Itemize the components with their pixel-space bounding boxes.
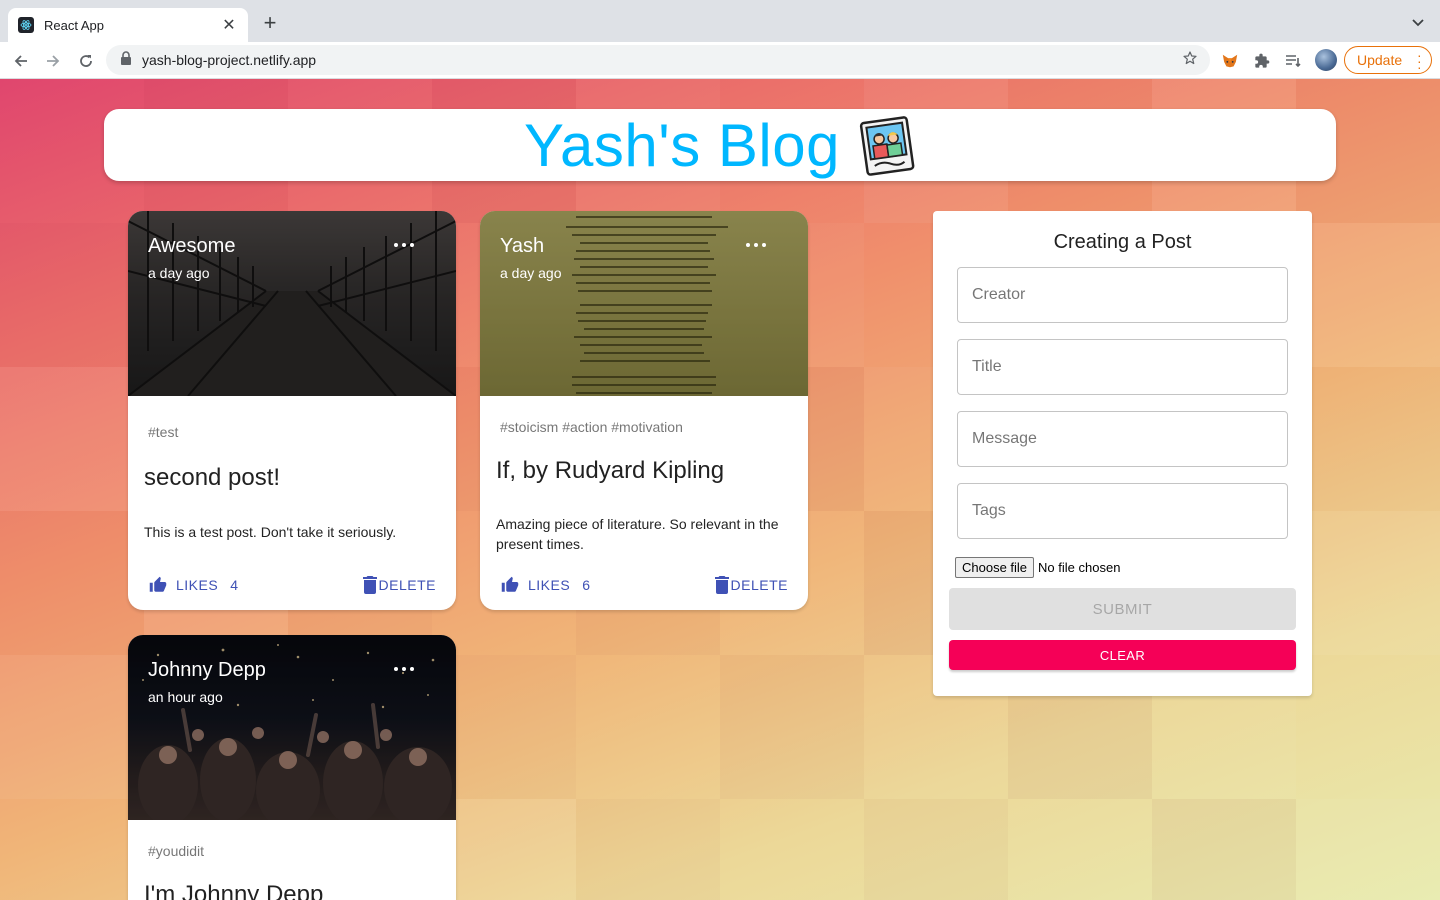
- post-time: a day ago: [500, 265, 562, 281]
- form-title: Creating a Post: [1053, 231, 1192, 253]
- post-message: Amazing piece of literature. So relevant…: [496, 516, 779, 552]
- choose-file-button[interactable]: Choose file: [955, 557, 1035, 578]
- delete-button[interactable]: DELETE: [714, 576, 788, 594]
- like-label: LIKES: [176, 577, 219, 593]
- creator-field[interactable]: [957, 267, 1288, 323]
- browser-toolbar: yash-blog-project.netlify.app Update · · ·: [0, 42, 1440, 79]
- tab-search-chevron-icon[interactable]: [1410, 14, 1426, 30]
- post-time: an hour ago: [148, 689, 223, 705]
- background-tile: [1296, 655, 1440, 799]
- browser-tabstrip: React App ✕ +: [0, 0, 1440, 42]
- thumb-up-icon: [149, 576, 167, 592]
- post-message: This is a test post. Don't take it serio…: [144, 524, 397, 540]
- background-tile: [1008, 799, 1152, 900]
- background-tile: [0, 511, 144, 655]
- address-bar[interactable]: yash-blog-project.netlify.app: [106, 45, 1210, 75]
- like-button[interactable]: LIKES 4: [148, 576, 239, 594]
- background-tile: [864, 799, 1008, 900]
- background-tile: [0, 655, 144, 799]
- background-tile: [720, 799, 864, 900]
- back-arrow-icon[interactable]: [10, 50, 32, 72]
- submit-button[interactable]: SUBMIT: [949, 588, 1296, 630]
- background-tile: [1296, 223, 1440, 367]
- post-tags: #youdidit: [148, 843, 205, 859]
- post-image-crowd: Johnny Depp an hour ago: [128, 635, 456, 820]
- update-button[interactable]: Update · · ·: [1344, 46, 1432, 74]
- file-picker: Choose file No file chosen: [955, 557, 1120, 578]
- delete-label: DELETE: [730, 577, 788, 593]
- post-time: a day ago: [148, 265, 210, 281]
- like-button[interactable]: LIKES 6: [500, 576, 591, 594]
- post-creator: Johnny Depp: [148, 659, 266, 681]
- post-actions: LIKES 6 DELETE: [480, 576, 808, 598]
- post-title: If, by Rudyard Kipling: [496, 457, 725, 484]
- kebab-menu-icon[interactable]: · · ·: [1417, 48, 1422, 74]
- tab-title: React App: [44, 17, 104, 33]
- tags-field[interactable]: [957, 483, 1288, 539]
- title-field[interactable]: [957, 339, 1288, 395]
- message-field[interactable]: [957, 411, 1288, 467]
- background-tile: [1296, 511, 1440, 655]
- tab-close-icon[interactable]: ✕: [220, 15, 238, 35]
- forward-arrow-icon[interactable]: [42, 50, 64, 72]
- reload-icon[interactable]: [75, 50, 97, 72]
- background-tile: [1296, 799, 1440, 900]
- background-tile: [0, 223, 144, 367]
- post-tags: #stoicism #action #motivation: [500, 419, 683, 435]
- like-label: LIKES: [528, 577, 571, 593]
- app-bar: Yash's Blog: [104, 109, 1336, 181]
- blog-heading: Yash's Blog: [523, 111, 841, 179]
- reading-list-icon[interactable]: [1283, 51, 1303, 71]
- react-favicon-icon: [18, 17, 34, 33]
- background-tile: [720, 655, 864, 799]
- post-image-bridge: Awesome a day ago: [128, 211, 456, 396]
- like-count: 4: [230, 577, 239, 593]
- more-horizontal-icon[interactable]: [746, 239, 766, 251]
- update-label: Update: [1357, 52, 1403, 68]
- extensions-puzzle-icon[interactable]: [1252, 51, 1272, 71]
- post-tags: #test: [148, 424, 179, 440]
- tags-input[interactable]: [958, 484, 1287, 538]
- delete-label: DELETE: [378, 577, 436, 593]
- new-tab-icon[interactable]: +: [259, 12, 281, 34]
- url-text[interactable]: yash-blog-project.netlify.app: [142, 52, 1182, 68]
- background-tile: [0, 799, 144, 900]
- bookmark-star-icon[interactable]: [1182, 50, 1198, 71]
- metamask-fox-icon[interactable]: [1220, 51, 1240, 71]
- profile-avatar[interactable]: [1315, 49, 1337, 71]
- title-input[interactable]: [958, 340, 1287, 394]
- trash-icon: [714, 576, 729, 594]
- post-card: Awesome a day ago #test second post! Thi…: [128, 211, 456, 610]
- post-card: Yash a day ago #stoicism #action #motiva…: [480, 211, 808, 610]
- more-horizontal-icon[interactable]: [394, 663, 414, 675]
- lock-icon[interactable]: [120, 50, 132, 70]
- more-horizontal-icon[interactable]: [394, 239, 414, 251]
- background-tile: [0, 367, 144, 511]
- background-tile: [576, 655, 720, 799]
- photo-frame-logo-icon: [858, 114, 916, 176]
- background-tile: [576, 799, 720, 900]
- file-status: No file chosen: [1038, 560, 1121, 575]
- trash-icon: [362, 576, 377, 594]
- post-image-poem: Yash a day ago: [480, 211, 808, 396]
- create-post-form: Creating a Post Choose file No file chos…: [933, 211, 1312, 696]
- post-title: I'm Johnny Depp: [144, 881, 324, 900]
- background-tile: [1296, 367, 1440, 511]
- post-actions: LIKES 4 DELETE: [128, 576, 456, 598]
- delete-button[interactable]: DELETE: [362, 576, 436, 594]
- post-title: second post!: [144, 464, 281, 491]
- like-count: 6: [582, 577, 591, 593]
- post-creator: Awesome: [148, 235, 236, 257]
- page-background: Yash's Blog Awesome a day ago #test seco…: [0, 79, 1440, 900]
- background-tile: [1152, 799, 1296, 900]
- browser-tab[interactable]: React App ✕: [8, 8, 248, 42]
- clear-button[interactable]: CLEAR: [949, 640, 1296, 670]
- post-card: Johnny Depp an hour ago #youdidit I'm Jo…: [128, 635, 456, 900]
- creator-input[interactable]: [958, 268, 1287, 322]
- post-creator: Yash: [500, 235, 545, 257]
- message-input[interactable]: [958, 412, 1287, 466]
- thumb-up-icon: [501, 576, 519, 592]
